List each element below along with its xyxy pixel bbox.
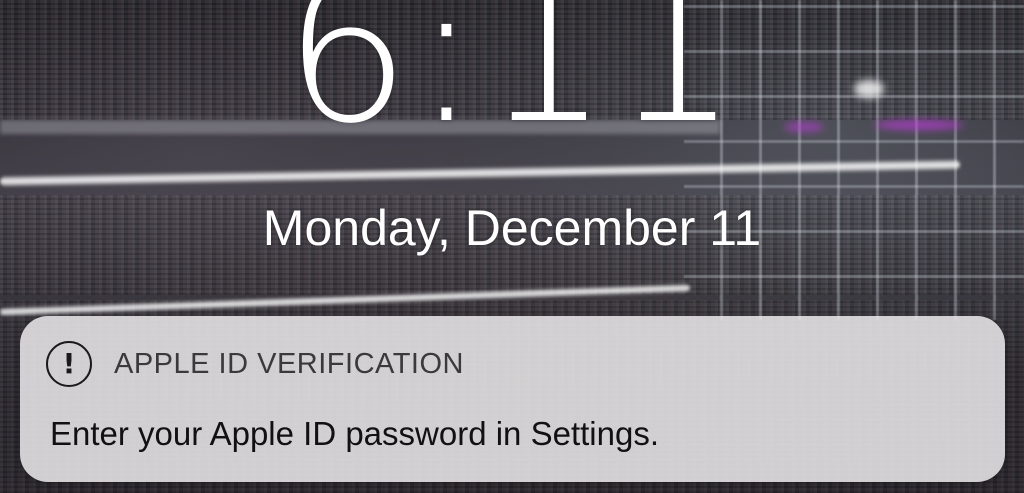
lock-screen-time: 6:11 bbox=[283, 0, 741, 168]
notification-message: Enter your Apple ID password in Settings… bbox=[50, 415, 659, 452]
lock-screen-date: Monday, December 11 bbox=[262, 200, 762, 256]
notification-banner[interactable]: ! APPLE ID VERIFICATION Enter your Apple… bbox=[20, 316, 1005, 482]
notification-app-name: APPLE ID VERIFICATION bbox=[114, 347, 464, 380]
exclamation-circle-icon: ! bbox=[46, 341, 92, 387]
notification-header: ! APPLE ID VERIFICATION bbox=[46, 340, 464, 388]
